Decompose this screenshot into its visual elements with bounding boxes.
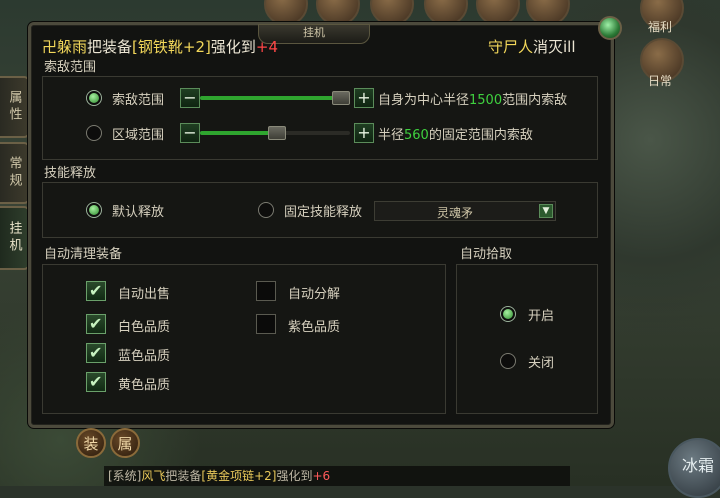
chat-text2: 强化到 xyxy=(276,469,313,483)
search-range-slider-handle[interactable] xyxy=(332,91,350,105)
yellow-quality-label: 黄色品质 xyxy=(118,378,171,393)
purple-quality-label: 紫色品质 xyxy=(288,320,341,335)
auto-pickup-box xyxy=(456,264,598,414)
chat-player: 风飞 xyxy=(141,469,166,483)
area-range-fill xyxy=(200,131,270,135)
attribute-button[interactable]: 属 xyxy=(110,428,140,458)
auto-dismantle-checkbox[interactable] xyxy=(256,281,276,301)
auto-dismantle-label: 自动分解 xyxy=(288,287,341,302)
richang-label: 日常 xyxy=(648,74,673,88)
area-range-label: 区域范围 xyxy=(112,128,165,143)
area-range-desc-pre: 半径 xyxy=(378,128,405,143)
search-range-desc: 自身为中心半径1500范围内索敌 xyxy=(378,89,567,108)
system-chat-line: [系统]风飞把装备[黄金项链+2]强化到+6 xyxy=(104,466,570,486)
white-quality-checkbox[interactable] xyxy=(86,314,106,334)
pickup-on-radio[interactable] xyxy=(500,306,516,322)
fuli-label: 福利 xyxy=(648,20,673,34)
frost-skill-button[interactable]: 冰霜 xyxy=(668,438,720,498)
close-icon[interactable] xyxy=(598,16,622,40)
search-range-radio[interactable] xyxy=(86,90,102,106)
blue-quality-label: 蓝色品质 xyxy=(118,349,171,364)
auto-sell-label: 自动出售 xyxy=(118,287,171,302)
purple-quality-checkbox[interactable] xyxy=(256,314,276,334)
area-range-slider-handle[interactable] xyxy=(268,126,286,140)
pickup-off-radio[interactable] xyxy=(500,353,516,369)
search-range-plus-button[interactable]: + xyxy=(354,88,374,108)
skill-release-title: 技能释放 xyxy=(44,166,97,181)
skill-select-dropdown[interactable]: 灵魂矛 ▼ xyxy=(374,201,556,221)
chat-item: [黄金项链+2] xyxy=(201,469,277,483)
search-range-title: 索敌范围 xyxy=(44,60,97,75)
blue-quality-checkbox[interactable] xyxy=(86,343,106,363)
chat-level: +6 xyxy=(312,469,331,483)
area-range-radio[interactable] xyxy=(86,125,102,141)
skill-select-value: 灵魂矛 xyxy=(436,206,473,220)
yellow-quality-checkbox[interactable] xyxy=(86,372,106,392)
area-range-minus-button[interactable]: − xyxy=(180,123,200,143)
tab-general[interactable]: 常规 xyxy=(0,142,30,204)
auto-cleanup-title: 自动清理装备 xyxy=(44,247,123,262)
default-release-label: 默认释放 xyxy=(112,205,165,220)
search-range-value: 1500 xyxy=(469,93,503,108)
tab-attributes[interactable]: 属性 xyxy=(0,76,30,138)
tab-attributes-label: 属性 xyxy=(6,90,22,124)
chevron-down-icon[interactable]: ▼ xyxy=(539,204,553,218)
chat-text1: 把装备 xyxy=(165,469,202,483)
broadcast-player: 卍躲雨 xyxy=(42,38,88,56)
pickup-off-label: 关闭 xyxy=(528,356,555,371)
chat-prefix: [系统] xyxy=(108,469,142,483)
area-range-plus-button[interactable]: + xyxy=(354,123,374,143)
area-range-value: 560 xyxy=(404,128,429,143)
tab-autoplay-label: 挂机 xyxy=(6,221,22,255)
area-range-desc: 半径560的固定范围内索敌 xyxy=(378,124,533,143)
default-release-radio[interactable] xyxy=(86,202,102,218)
broadcast-item: [钢铁靴+2] xyxy=(132,38,211,56)
broadcast-text2: 强化到 xyxy=(210,38,256,56)
broadcast-text1: 把装备 xyxy=(87,38,133,56)
search-range-desc-post: 范围内索敌 xyxy=(502,93,568,108)
search-range-label: 索敌范围 xyxy=(112,93,165,108)
auto-pickup-title: 自动拾取 xyxy=(460,247,513,262)
equipment-button[interactable]: 装 xyxy=(76,428,106,458)
search-range-minus-button[interactable]: − xyxy=(180,88,200,108)
auto-sell-checkbox[interactable] xyxy=(86,281,106,301)
search-range-fill xyxy=(200,96,340,100)
fixed-release-label: 固定技能释放 xyxy=(284,205,363,220)
fixed-release-radio[interactable] xyxy=(258,202,274,218)
tab-autoplay[interactable]: 挂机 xyxy=(0,206,30,270)
white-quality-label: 白色品质 xyxy=(118,320,171,335)
broadcast-right-text: 消灭ill xyxy=(533,38,576,56)
tab-general-label: 常规 xyxy=(6,156,22,190)
pickup-on-label: 开启 xyxy=(528,309,555,324)
broadcast-right: 守尸人消灭ill xyxy=(488,36,576,57)
broadcast-right-name: 守尸人 xyxy=(488,38,534,56)
area-range-desc-post: 的固定范围内索敌 xyxy=(428,128,533,143)
broadcast-level: +4 xyxy=(255,38,278,56)
search-range-desc-pre: 自身为中心半径 xyxy=(378,93,470,108)
